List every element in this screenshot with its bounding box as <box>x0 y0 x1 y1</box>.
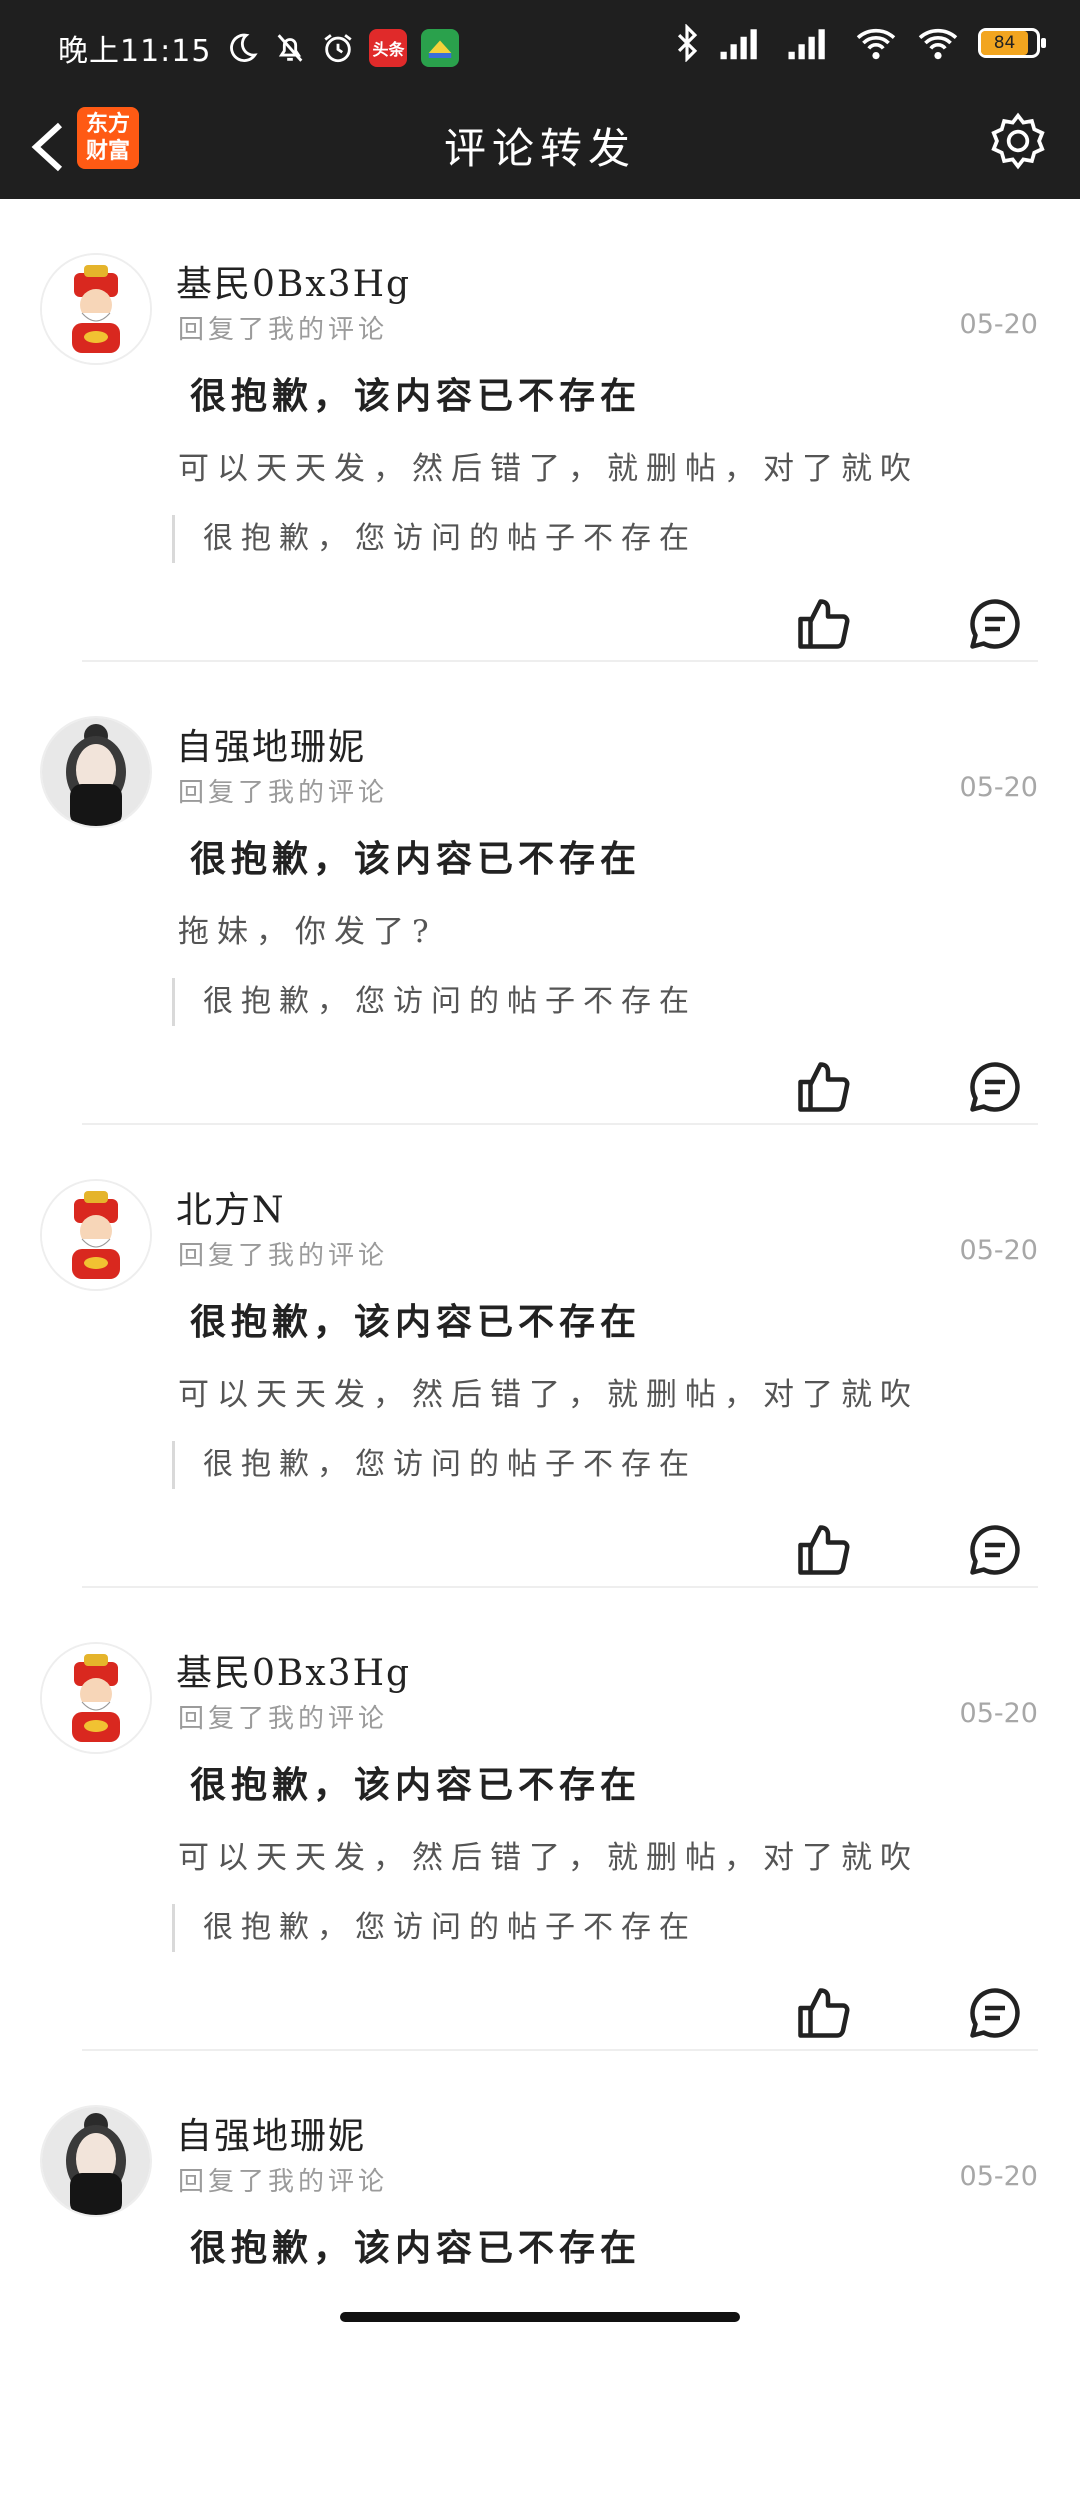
username[interactable]: 自强地珊妮 <box>176 718 366 770</box>
list-item: 自强地珊妮 回复了我的评论 05-20 很抱歉，该内容已不存在 拖妹，你发了? … <box>0 662 1080 1125</box>
page-title: 评论转发 <box>443 124 636 173</box>
headline: 很抱歉，该内容已不存在 <box>190 375 642 417</box>
signal-hd-icon <box>786 24 836 62</box>
wifi-icon-2 <box>916 25 960 61</box>
avatar[interactable] <box>40 2105 152 2217</box>
reply-body[interactable]: 可以天天发，然后错了，就删帖，对了就吹 <box>178 1832 919 1877</box>
thumbs-up-icon <box>798 1062 850 1112</box>
battery-icon: 84 <box>978 28 1046 58</box>
moon-icon <box>225 31 259 65</box>
signal-r-icon <box>718 24 768 62</box>
avatar[interactable] <box>40 1642 152 1754</box>
list-item: 北方N 回复了我的评论 05-20 很抱歉，该内容已不存在 可以天天发，然后错了… <box>0 1125 1080 1588</box>
headline: 很抱歉，该内容已不存在 <box>190 1764 642 1806</box>
alarm-icon <box>321 31 355 65</box>
headline: 很抱歉，该内容已不存在 <box>190 838 642 880</box>
reply-subtext: 回复了我的评论 <box>178 315 389 345</box>
game-app-icon <box>421 29 460 67</box>
date: 05-20 <box>959 2161 1038 2192</box>
username[interactable]: 基民0Bx3Hg <box>176 1644 411 1696</box>
quoted-post[interactable]: 很抱歉，您访问的帖子不存在 <box>172 515 697 563</box>
comment-icon <box>970 1062 1020 1112</box>
avatar[interactable] <box>40 716 152 828</box>
avatar[interactable] <box>40 1179 152 1291</box>
battery-level: 84 <box>981 31 1029 55</box>
wifi-icon <box>854 25 898 61</box>
username[interactable]: 自强地珊妮 <box>176 2107 366 2159</box>
like-button[interactable] <box>790 1980 856 2046</box>
headline: 很抱歉，该内容已不存在 <box>190 1301 642 1343</box>
like-button[interactable] <box>790 1517 856 1583</box>
reply-body[interactable]: 可以天天发，然后错了，就删帖，对了就吹 <box>178 443 919 488</box>
quoted-post[interactable]: 很抱歉，您访问的帖子不存在 <box>172 1441 697 1489</box>
reply-subtext: 回复了我的评论 <box>178 2167 389 2197</box>
thumbs-up-icon <box>798 1988 850 2038</box>
reply-subtext: 回复了我的评论 <box>178 778 389 808</box>
gear-icon <box>991 112 1045 170</box>
status-bar: 晚上11:15 头条 84 <box>0 0 1080 95</box>
date: 05-20 <box>959 1698 1038 1729</box>
date: 05-20 <box>959 772 1038 803</box>
username[interactable]: 基民0Bx3Hg <box>176 255 411 307</box>
toutiao-app-icon: 头条 <box>369 29 408 67</box>
username[interactable]: 北方N <box>176 1181 286 1233</box>
thumbs-up-icon <box>798 1525 850 1575</box>
reply-subtext: 回复了我的评论 <box>178 1241 389 1271</box>
avatar[interactable] <box>40 253 152 365</box>
status-left: 晚上11:15 头条 <box>58 26 460 70</box>
reply-subtext: 回复了我的评论 <box>178 1704 389 1734</box>
reply-button[interactable] <box>962 1054 1028 1120</box>
like-button[interactable] <box>790 591 856 657</box>
list-item: 自强地珊妮 回复了我的评论 05-20 很抱歉，该内容已不存在 <box>0 2051 1080 2514</box>
reply-body[interactable]: 可以天天发，然后错了，就删帖，对了就吹 <box>178 1369 919 1414</box>
reply-button[interactable] <box>962 1517 1028 1583</box>
caishen-avatar-icon <box>42 1644 150 1752</box>
bluetooth-icon <box>674 24 700 62</box>
quoted-post[interactable]: 很抱歉，您访问的帖子不存在 <box>172 978 697 1026</box>
home-indicator[interactable] <box>340 2312 740 2322</box>
comment-icon <box>970 599 1020 649</box>
quoted-post[interactable]: 很抱歉，您访问的帖子不存在 <box>172 1904 697 1952</box>
girl-avatar-icon <box>42 718 150 826</box>
bell-muted-icon <box>273 31 307 65</box>
nav-bar: 东方 财富 评论转发 <box>0 95 1080 199</box>
settings-button[interactable] <box>982 105 1054 177</box>
status-time: 晚上11:15 <box>58 34 212 69</box>
list-item: 基民0Bx3Hg 回复了我的评论 05-20 很抱歉，该内容已不存在 可以天天发… <box>0 1588 1080 2051</box>
caishen-avatar-icon <box>42 1181 150 1289</box>
comment-icon <box>970 1525 1020 1575</box>
reply-body[interactable]: 拖妹，你发了? <box>178 906 437 951</box>
comment-list: 基民0Bx3Hg 回复了我的评论 05-20 很抱歉，该内容已不存在 可以天天发… <box>0 199 1080 2514</box>
comment-icon <box>970 1988 1020 2038</box>
date: 05-20 <box>959 1235 1038 1266</box>
reply-button[interactable] <box>962 591 1028 657</box>
like-button[interactable] <box>790 1054 856 1120</box>
thumbs-up-icon <box>798 599 850 649</box>
list-item: 基民0Bx3Hg 回复了我的评论 05-20 很抱歉，该内容已不存在 可以天天发… <box>0 199 1080 662</box>
reply-button[interactable] <box>962 1980 1028 2046</box>
girl-avatar-icon <box>42 2107 150 2215</box>
caishen-avatar-icon <box>42 255 150 363</box>
headline: 很抱歉，该内容已不存在 <box>190 2227 642 2269</box>
status-right: 84 <box>674 24 1046 62</box>
date: 05-20 <box>959 309 1038 340</box>
